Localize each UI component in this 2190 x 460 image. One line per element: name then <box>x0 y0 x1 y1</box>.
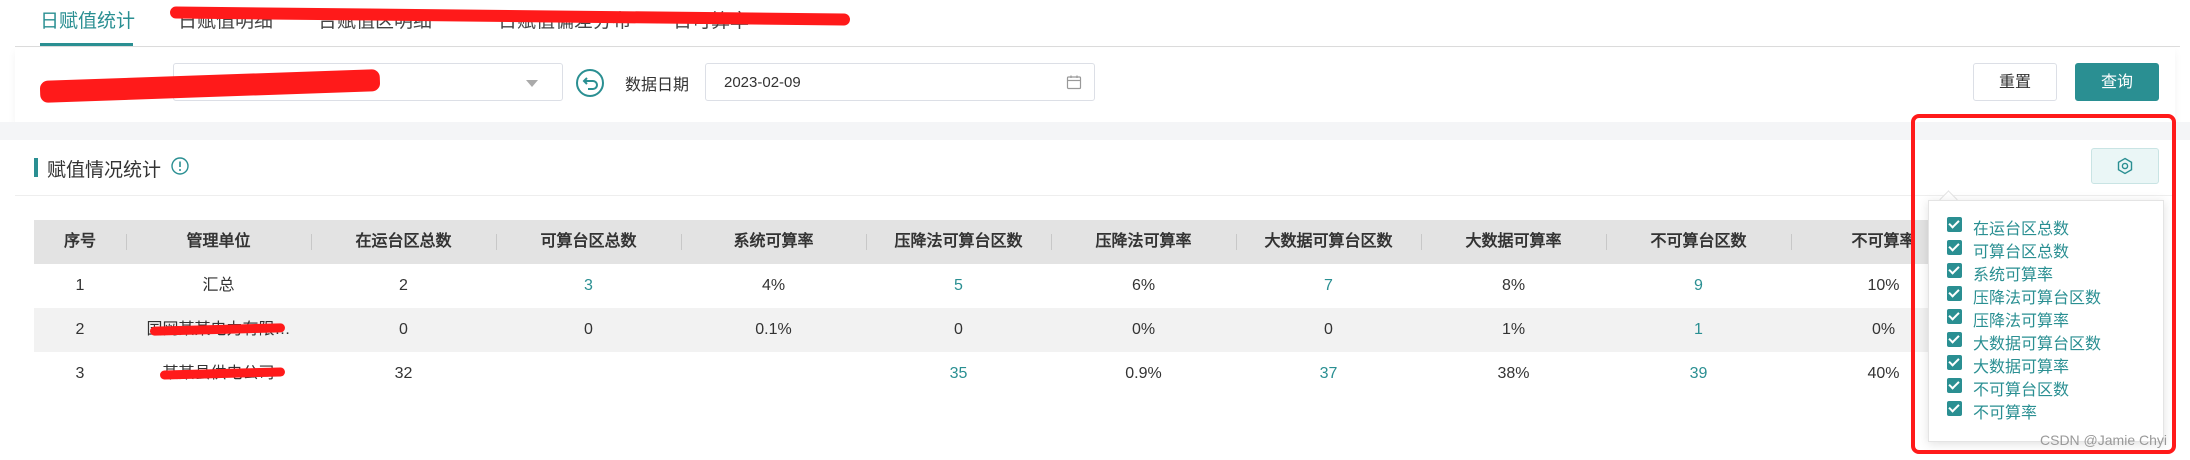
info-icon[interactable] <box>170 156 190 176</box>
reset-button[interactable]: 重置 <box>1973 63 2057 101</box>
column-header: 管理单位 <box>186 233 251 250</box>
table-cell: 0 <box>954 321 963 338</box>
column-header: 不可算台区数 <box>1650 233 1747 250</box>
table-cell: 0.9% <box>1125 365 1162 382</box>
table-cell: 0 <box>399 321 408 338</box>
table-row: 2 国网某某电力有限… 0 0 0.1% 0 0% 0 1% 1 0% <box>34 308 1934 352</box>
table-cell: 汇总 <box>202 277 235 294</box>
table-cell: 32 <box>394 365 413 382</box>
table-cell: 0.1% <box>755 321 792 338</box>
table-cell: 2 <box>399 277 408 294</box>
table-cell: 6% <box>1131 277 1156 294</box>
tab-divider <box>15 46 2180 47</box>
table-cell: 8% <box>1501 277 1526 294</box>
table-cell: 3 <box>75 365 85 382</box>
table-cell: 38% <box>1497 365 1530 382</box>
table-cell-link[interactable]: 35 <box>866 352 1051 396</box>
table-cell: 4% <box>761 277 786 294</box>
highlight-annotation <box>1911 114 2176 454</box>
date-label: 数据日期 <box>625 77 690 94</box>
column-header: 大数据可算率 <box>1465 233 1562 250</box>
column-header: 可算台区总数 <box>540 233 637 250</box>
calendar-icon <box>1066 75 1082 90</box>
section-divider <box>15 195 2175 196</box>
table-cell-link[interactable]: 37 <box>1236 352 1421 396</box>
table-cell-link[interactable]: 1 <box>1606 308 1791 352</box>
chevron-down-icon <box>526 80 538 87</box>
column-header: 压降法可算台区数 <box>894 233 1023 250</box>
date-field[interactable]: 2023-02-09 <box>705 63 1095 101</box>
table-header: 序号 管理单位 在运台区总数 可算台区总数 系统可算率 压降法可算台区数 压降法… <box>34 220 1934 264</box>
table-cell: 1% <box>1501 321 1526 338</box>
section-accent-bar <box>34 158 38 177</box>
date-value: 2023-02-09 <box>724 74 801 91</box>
tab-bar: 日赋值统计 日赋值明细 台赋值区明细 日赋值偏差分布 日可算率 <box>0 0 2180 46</box>
table-cell-link[interactable]: 7 <box>1236 264 1421 308</box>
table-cell <box>496 352 681 396</box>
table-row: 3 某某县供电公司 32 35 0.9% 37 38% 39 40% <box>34 352 1934 396</box>
table-cell-link[interactable]: 9 <box>1606 264 1791 308</box>
refresh-icon[interactable] <box>575 68 605 98</box>
table-cell: 0% <box>1131 321 1156 338</box>
table-cell: 2 <box>75 321 85 338</box>
column-header: 大数据可算台区数 <box>1264 233 1393 250</box>
table-cell: 0 <box>1324 321 1333 338</box>
column-header: 系统可算率 <box>733 233 814 250</box>
table-cell <box>681 352 866 396</box>
column-header: 压降法可算率 <box>1095 233 1192 250</box>
section-gap <box>0 122 2190 140</box>
table-row: 1 汇总 2 3 4% 5 6% 7 8% 9 10% <box>34 264 1934 308</box>
column-header: 在运台区总数 <box>355 233 452 250</box>
tab-daily-statistics[interactable]: 日赋值统计 <box>40 6 135 33</box>
table-cell: 0 <box>584 321 593 338</box>
watermark: CSDN @Jamie Chyi <box>2040 432 2168 448</box>
table-cell: 1 <box>75 277 85 294</box>
query-button[interactable]: 查询 <box>2075 63 2159 101</box>
table-cell-link[interactable]: 5 <box>866 264 1051 308</box>
section-title: 赋值情况统计 <box>47 160 162 181</box>
table-cell-link[interactable]: 3 <box>496 264 681 308</box>
table-cell-link[interactable]: 39 <box>1606 352 1791 396</box>
column-header: 序号 <box>63 233 96 250</box>
